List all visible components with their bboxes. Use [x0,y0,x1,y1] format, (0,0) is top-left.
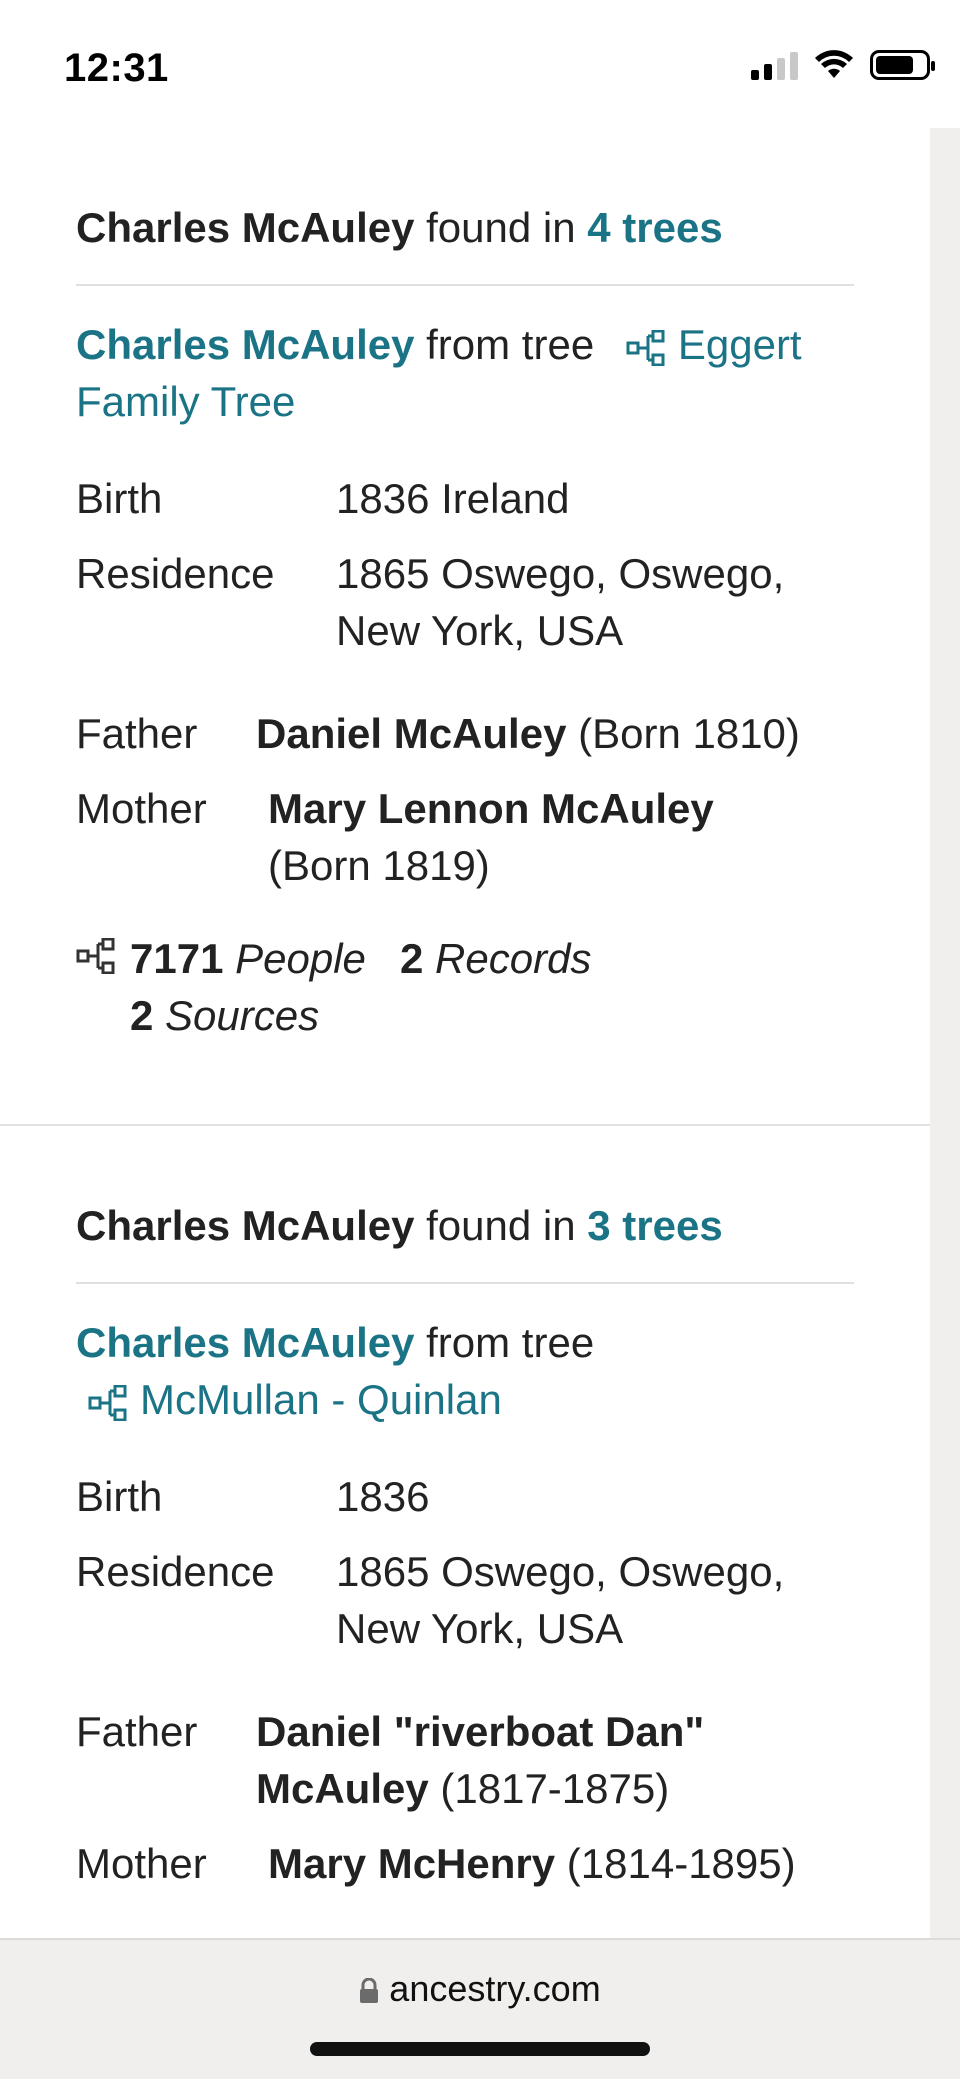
records-stat: 2 Records [400,930,591,987]
people-label: People [235,935,366,982]
records-label: Records [435,935,592,982]
tree-result-card: Charles McAuley found in 3 trees Charles… [0,1126,930,1892]
lock-icon [360,1978,379,2004]
cellular-signal-icon [751,50,798,80]
tree-stats: 7171 People 2 Records 2 Sources [76,930,854,1044]
father-detail: (1817-1875) [440,1765,670,1812]
sources-count: 2 [130,992,154,1039]
sources-stat: 2 Sources [130,987,591,1044]
from-tree-text: from tree [426,321,595,368]
people-stat: 7171 People [130,930,400,987]
tree-source-line: Charles McAuley from tree McMullan - Qui… [76,1314,866,1428]
fact-label: Birth [76,475,163,522]
found-in-heading: Charles McAuley found in 4 trees [76,198,854,258]
parent-mother: Mother Mary Lennon McAuley (Born 1819) [76,780,854,894]
trees-count-link[interactable]: 3 trees [587,1202,722,1249]
parent-mother: Mother Mary McHenry (1814-1895) [76,1835,854,1892]
mother-label: Mother [76,1840,207,1887]
mother-value: Mary McHenry (1814-1895) [268,1835,828,1892]
status-bar: 12:31 [0,0,960,128]
results-list[interactable]: Charles McAuley found in 4 trees Charles… [0,128,930,1910]
fact-residence: Residence 1865 Oswego, Oswego, New York,… [76,545,854,659]
fact-value: 1836 [336,1473,430,1520]
status-time: 12:31 [64,46,169,90]
parent-father: Father Daniel "riverboat Dan" McAuley (1… [76,1703,854,1817]
people-count: 7171 [130,935,224,982]
person-link[interactable]: Charles McAuley [76,1319,414,1366]
url-display[interactable]: ancestry.com [0,1968,960,2010]
family-tree-icon [626,329,665,366]
fact-residence: Residence 1865 Oswego, Oswego, New York,… [76,1543,854,1657]
mother-value: Mary Lennon McAuley (Born 1819) [268,780,748,894]
facts-list: Birth 1836 Ireland Residence 1865 Oswego… [76,470,854,659]
fact-label: Residence [76,550,275,597]
browser-url-bar[interactable]: ancestry.com [0,1938,960,2079]
father-value: Daniel McAuley (Born 1810) [256,705,816,762]
fact-value: 1865 Oswego, Oswego, New York, USA [336,550,785,654]
father-label: Father [76,1708,198,1755]
family-tree-icon [76,938,115,974]
person-link[interactable]: Charles McAuley [76,321,414,368]
status-icons [751,50,935,80]
fact-value: 1865 Oswego, Oswego, New York, USA [336,1548,785,1652]
found-in-heading: Charles McAuley found in 3 trees [76,1196,854,1256]
fact-birth: Birth 1836 [76,1468,854,1525]
found-in-text: found in [426,1202,576,1249]
tree-result-card: Charles McAuley found in 4 trees Charles… [0,128,930,1044]
from-tree-text: from tree [426,1319,595,1366]
divider [76,284,854,286]
sources-label: Sources [165,992,320,1039]
right-gutter [930,128,960,1938]
parent-father: Father Daniel McAuley (Born 1810) [76,705,854,762]
mother-name: Mary McHenry [268,1840,556,1887]
mother-detail: (Born 1819) [268,842,490,889]
facts-list: Birth 1836 Residence 1865 Oswego, Oswego… [76,1468,854,1657]
family-tree-icon [88,1384,127,1421]
records-count: 2 [400,935,424,982]
fact-label: Residence [76,1548,275,1595]
fact-label: Birth [76,1473,163,1520]
stats-text: 7171 People 2 Records 2 Sources [130,930,591,1044]
found-person-name: Charles McAuley [76,1202,415,1249]
tree-source-line: Charles McAuley from tree Eggert Family … [76,316,866,430]
divider [76,1282,854,1284]
tree-name-link[interactable]: McMullan - Quinlan [140,1376,502,1423]
father-detail: (Born 1810) [578,710,800,757]
trees-count-link[interactable]: 4 trees [587,204,722,251]
mother-name: Mary Lennon McAuley [268,785,714,832]
parents-list: Father Daniel "riverboat Dan" McAuley (1… [76,1703,854,1892]
mother-label: Mother [76,785,207,832]
father-value: Daniel "riverboat Dan" McAuley (1817-187… [256,1703,816,1817]
fact-value: 1836 Ireland [336,475,570,522]
parents-list: Father Daniel McAuley (Born 1810) Mother… [76,705,854,894]
battery-icon [870,50,935,80]
mother-detail: (1814-1895) [566,1840,796,1887]
father-name: Daniel McAuley [256,710,567,757]
home-indicator[interactable] [310,2042,650,2056]
fact-birth: Birth 1836 Ireland [76,470,854,527]
found-person-name: Charles McAuley [76,204,415,251]
wifi-icon [815,50,853,78]
url-text: ancestry.com [389,1968,601,2009]
found-in-text: found in [426,204,576,251]
father-label: Father [76,710,198,757]
